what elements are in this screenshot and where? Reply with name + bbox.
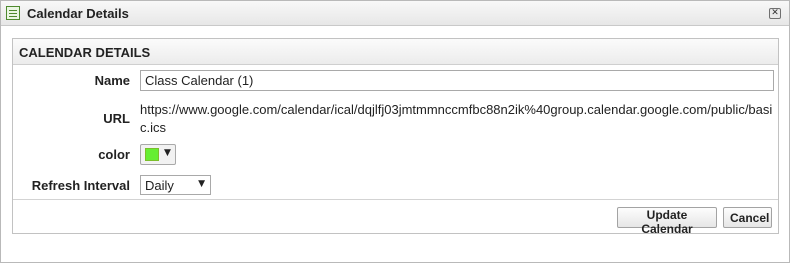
- url-label: URL: [103, 111, 130, 126]
- title-bar: Calendar Details ✕: [1, 1, 789, 26]
- color-label: color: [98, 147, 130, 162]
- color-row: color ▼: [13, 144, 778, 165]
- divider: [13, 199, 778, 200]
- panel-header: CALENDAR DETAILS: [13, 39, 778, 65]
- cancel-button[interactable]: Cancel: [723, 207, 772, 228]
- calendar-details-panel: CALENDAR DETAILS Name URL https://www.go…: [12, 38, 779, 236]
- url-value: https://www.google.com/calendar/ical/dqj…: [140, 102, 773, 135]
- name-input[interactable]: [140, 70, 774, 91]
- chevron-down-icon: ▼: [198, 179, 205, 189]
- name-label: Name: [94, 73, 130, 88]
- color-swatch: [145, 148, 159, 161]
- window-title: Calendar Details: [27, 6, 129, 21]
- refresh-interval-value: Daily: [145, 178, 174, 193]
- calendar-details-dialog: Calendar Details ✕ CALENDAR DETAILS Name…: [0, 0, 790, 263]
- refresh-interval-label: Refresh Interval: [31, 178, 130, 193]
- chevron-down-icon: ▼: [164, 148, 171, 158]
- color-picker-button[interactable]: ▼: [140, 144, 176, 165]
- calendar-list-icon: [6, 6, 20, 20]
- refresh-row: Refresh Interval Daily ▼: [13, 175, 778, 195]
- close-icon[interactable]: ✕: [769, 8, 781, 19]
- refresh-interval-select[interactable]: Daily ▼: [140, 175, 211, 195]
- update-calendar-button[interactable]: Update Calendar: [617, 207, 717, 236]
